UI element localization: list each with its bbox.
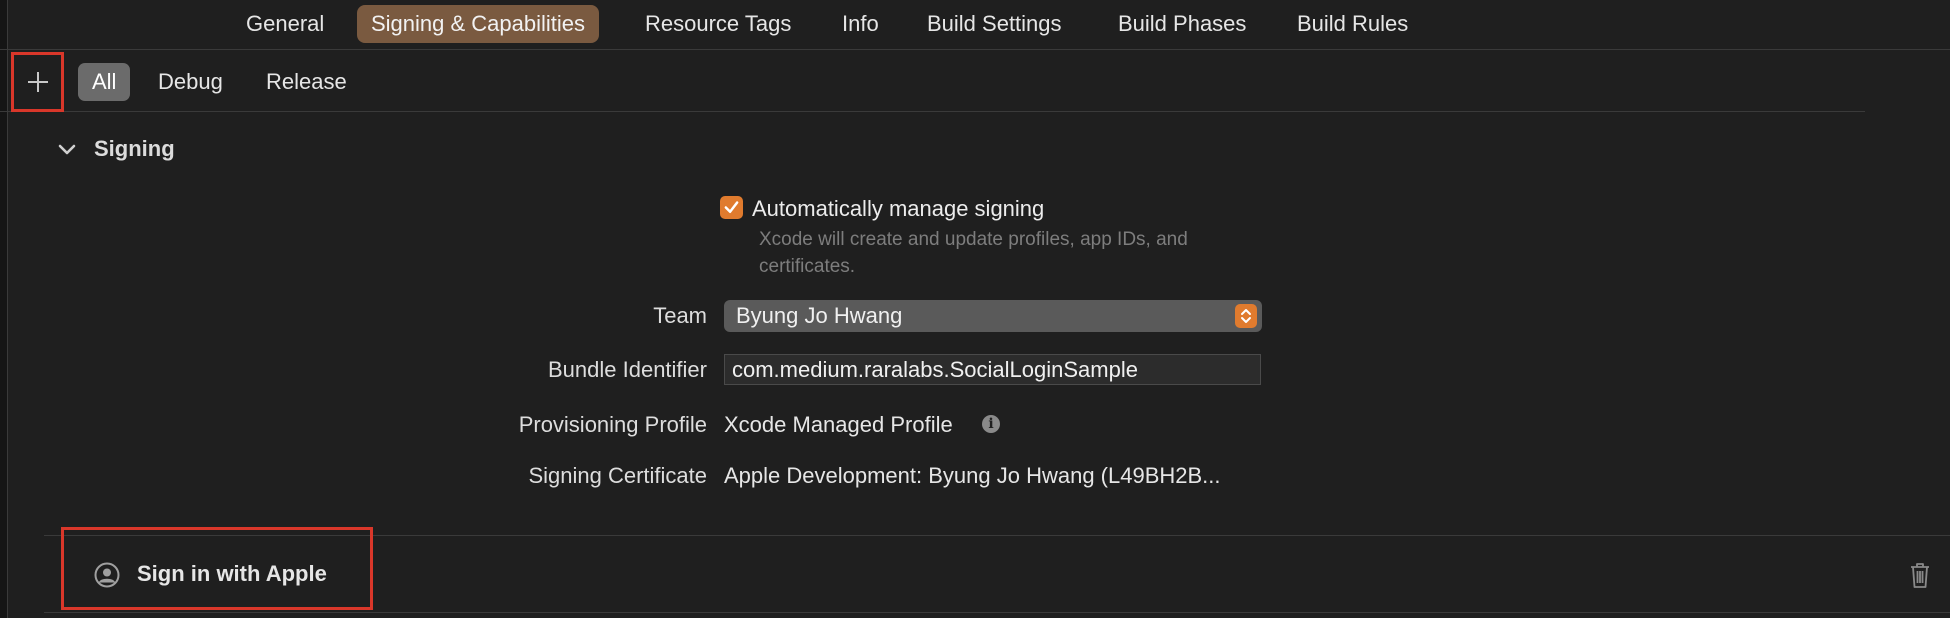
trash-icon[interactable] xyxy=(1908,561,1932,589)
configuration-bar: All Debug Release xyxy=(0,50,1865,112)
editor-tab-bar: General Signing & Capabilities Resource … xyxy=(0,0,1950,50)
auto-manage-helper-text: Xcode will create and update profiles, a… xyxy=(759,229,1188,277)
checkmark-icon xyxy=(724,201,739,213)
tab-general[interactable]: General xyxy=(232,5,338,43)
auto-manage-checkbox[interactable] xyxy=(720,196,743,219)
bottom-divider xyxy=(44,612,1950,613)
section-title-signing[interactable]: Signing xyxy=(94,136,175,162)
add-capability-button[interactable] xyxy=(11,52,64,112)
segment-debug[interactable]: Debug xyxy=(144,63,237,101)
provisioning-profile-label: Provisioning Profile xyxy=(518,412,707,437)
chevron-down-icon[interactable] xyxy=(55,138,79,162)
auto-manage-label[interactable]: Automatically manage signing xyxy=(752,196,1044,222)
person-circle-icon xyxy=(94,562,120,588)
tab-build-rules[interactable]: Build Rules xyxy=(1283,5,1422,43)
segment-all[interactable]: All xyxy=(78,63,131,101)
team-label: Team xyxy=(653,303,707,328)
tab-resource-tags[interactable]: Resource Tags xyxy=(631,5,805,43)
capability-sign-in-with-apple[interactable]: Sign in with Apple xyxy=(61,527,373,610)
signing-certificate-value: Apple Development: Byung Jo Hwang (L49BH… xyxy=(724,463,1221,488)
tab-build-settings[interactable]: Build Settings xyxy=(913,5,1076,43)
plus-icon xyxy=(27,72,48,92)
bundle-identifier-label: Bundle Identifier xyxy=(548,357,707,382)
info-icon[interactable]: i xyxy=(982,415,1000,433)
team-value: Byung Jo Hwang xyxy=(736,303,903,328)
popup-stepper-icon xyxy=(1235,304,1257,328)
bundle-identifier-field[interactable]: com.medium.raralabs.SocialLoginSample xyxy=(724,354,1261,385)
signing-certificate-label: Signing Certificate xyxy=(528,463,707,488)
provisioning-profile-value: Xcode Managed Profile xyxy=(724,412,953,437)
tab-signing-capabilities[interactable]: Signing & Capabilities xyxy=(357,5,600,43)
segment-release[interactable]: Release xyxy=(252,63,361,101)
tab-build-phases[interactable]: Build Phases xyxy=(1104,5,1260,43)
team-select[interactable]: Byung Jo Hwang xyxy=(724,300,1262,332)
tab-info[interactable]: Info xyxy=(828,5,893,43)
capability-title: Sign in with Apple xyxy=(137,561,327,586)
